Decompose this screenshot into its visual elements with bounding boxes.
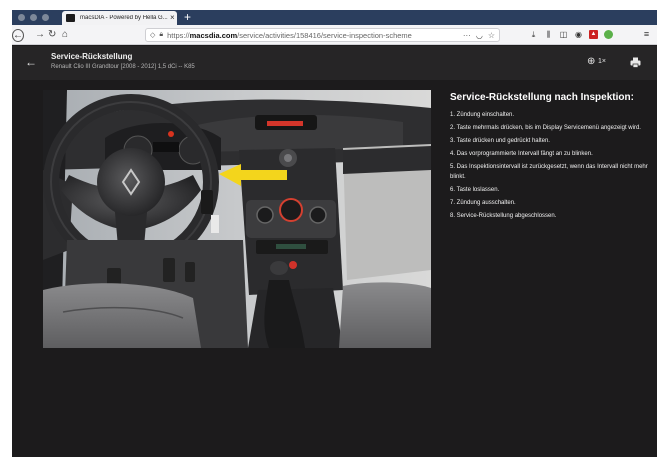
shield-icon[interactable]: ◇	[150, 31, 155, 39]
tab-title: macsDIA - Powered by Hella G...	[80, 15, 168, 21]
url-text[interactable]: https://macsdia.com/service/activities/1…	[167, 31, 458, 40]
reload-icon[interactable]: ↻	[48, 29, 56, 41]
forward-icon[interactable]: →	[35, 29, 45, 41]
url-bar[interactable]: ◇ 🔒︎ https://macsdia.com/service/activit…	[145, 28, 500, 42]
instruction-step: 4. Das vorprogrammierte Intervall fängt …	[450, 151, 593, 157]
instruction-step: 3. Taste drücken und gedrückt halten.	[450, 138, 550, 144]
close-window-dot[interactable]	[18, 14, 25, 21]
instruction-step: 8. Service-Rückstellung abgeschlossen.	[450, 213, 557, 219]
extension-icon[interactable]	[604, 30, 613, 39]
minimize-window-dot[interactable]	[30, 14, 37, 21]
instruction-step: 2. Taste mehrmals drücken, bis im Displa…	[450, 125, 641, 131]
lock-icon[interactable]: 🔒︎	[159, 31, 163, 39]
zoom-icon[interactable]: ⊕	[587, 57, 595, 67]
vehicle-subtitle: Renault Clio III Grandtour [2008 - 2012]…	[51, 64, 195, 70]
pdf-icon[interactable]: ▲	[589, 30, 598, 39]
navigation-bar: ← → ↻ ⌂ ◇ 🔒︎ https://macsdia.com/service…	[12, 25, 657, 45]
dashboard-photo	[43, 90, 431, 348]
instructions-title: Service-Rückstellung nach Inspektion:	[450, 92, 634, 103]
zoom-level[interactable]: 1×	[598, 58, 606, 65]
library-icon[interactable]: ⫼	[544, 30, 553, 39]
favicon-icon	[66, 14, 75, 22]
instruction-step: 7. Zündung ausschalten.	[450, 200, 516, 206]
sidebar-icon[interactable]: ◫	[559, 30, 568, 39]
instruction-step: 5. Das Inspektionsintervall ist zurückge…	[450, 164, 648, 180]
tab-bar: macsDIA - Powered by Hella G... × +	[12, 10, 657, 25]
menu-icon[interactable]: ≡	[642, 30, 651, 39]
browser-window: macsDIA - Powered by Hella G... × + ← → …	[12, 10, 657, 457]
download-icon[interactable]: ⤓	[529, 30, 538, 39]
pocket-icon[interactable]: ◡	[476, 31, 483, 40]
new-tab-button[interactable]: +	[184, 10, 191, 24]
tab-close-button[interactable]: ×	[170, 14, 175, 22]
zoom-window-dot[interactable]	[42, 14, 49, 21]
browser-tab[interactable]: macsDIA - Powered by Hella G... ×	[62, 11, 177, 25]
back-icon[interactable]: ←	[12, 29, 24, 42]
instruction-step: 1. Zündung einschalten.	[450, 112, 515, 118]
instructions-panel: Service-Rückstellung nach Inspektion: 1.…	[450, 92, 650, 224]
account-icon[interactable]: ◉	[574, 30, 583, 39]
page-title: Service-Rückstellung	[51, 52, 133, 61]
back-arrow-icon[interactable]: ←	[25, 55, 37, 69]
app-header: ← Service-Rückstellung Renault Clio III …	[12, 46, 657, 80]
bookmark-star-icon[interactable]: ☆	[488, 31, 495, 40]
instruction-step: 6. Taste loslassen.	[450, 187, 500, 193]
instruction-steps: 1. Zündung einschalten. 2. Taste mehrmal…	[450, 110, 650, 221]
home-icon[interactable]: ⌂	[62, 29, 68, 41]
print-icon[interactable]	[630, 57, 641, 68]
page-actions-menu[interactable]: ···	[463, 31, 471, 40]
